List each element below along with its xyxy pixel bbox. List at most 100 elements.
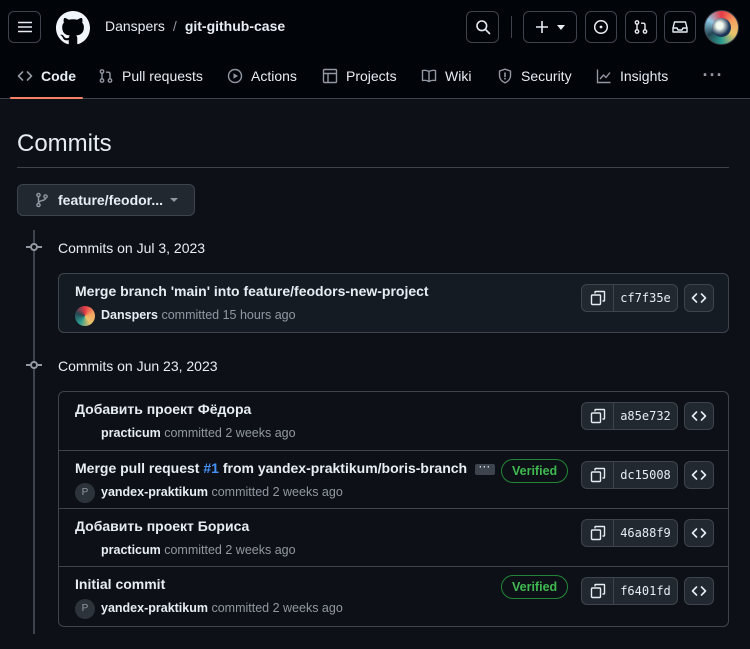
commit-sha-link[interactable]: f6401fd xyxy=(614,577,678,605)
author-link[interactable]: yandex-praktikum xyxy=(101,485,208,499)
repo-navigation: Code Pull requests Actions Projects Wiki… xyxy=(0,55,750,99)
commit-group-title: Commits on Jul 3, 2023 xyxy=(58,240,206,256)
graph-icon xyxy=(596,69,611,84)
author-link[interactable]: practicum xyxy=(101,426,161,440)
expand-message-button[interactable]: ··· xyxy=(475,462,496,475)
verified-badge[interactable]: Verified xyxy=(501,575,569,599)
commit-row: Merge branch 'main' into feature/feodors… xyxy=(59,274,728,332)
commit-message-link[interactable]: Добавить проект Фёдора xyxy=(75,401,251,417)
breadcrumb: Danspers / git-github-case xyxy=(105,18,285,34)
tab-security[interactable]: Security xyxy=(497,55,572,97)
commit-row: Добавить проект Бориса practicum committ… xyxy=(59,508,728,566)
create-new-button[interactable] xyxy=(523,11,577,43)
code-icon xyxy=(691,586,707,596)
tab-pull-requests[interactable]: Pull requests xyxy=(98,55,203,97)
copy-icon xyxy=(590,525,605,541)
commit-time: committed 2 weeks ago xyxy=(211,601,343,615)
issue-opened-icon xyxy=(593,19,609,35)
sha-group: 46a88f9 xyxy=(581,519,678,547)
author-avatar[interactable]: P xyxy=(75,599,95,619)
copy-icon xyxy=(590,467,605,483)
user-avatar[interactable] xyxy=(704,10,739,45)
breadcrumb-separator: / xyxy=(172,18,177,34)
verified-badge[interactable]: Verified xyxy=(501,459,569,483)
browse-repo-button[interactable] xyxy=(684,284,714,312)
browse-repo-button[interactable] xyxy=(684,519,714,547)
branch-name: feature/feodor... xyxy=(58,192,164,208)
tab-label: Actions xyxy=(251,68,297,84)
code-icon xyxy=(17,71,33,81)
sha-group: a85e732 xyxy=(581,402,678,430)
tab-label: Projects xyxy=(346,68,397,84)
repo-name-link[interactable]: git-github-case xyxy=(185,18,285,34)
tab-label: Pull requests xyxy=(122,68,203,84)
author-link[interactable]: yandex-praktikum xyxy=(101,601,208,615)
three-bars-icon xyxy=(17,21,32,33)
plus-icon xyxy=(536,21,548,33)
commit-message-link[interactable]: Добавить проект Бориса xyxy=(75,518,249,534)
commit-message-link[interactable]: Merge pull request xyxy=(75,460,203,476)
search-button[interactable] xyxy=(466,11,499,43)
tab-insights[interactable]: Insights xyxy=(596,55,668,97)
commit-time: committed 2 weeks ago xyxy=(164,426,296,440)
commit-sha-link[interactable]: a85e732 xyxy=(614,402,678,430)
browse-repo-button[interactable] xyxy=(684,577,714,605)
code-icon xyxy=(691,528,707,538)
commit-list: Добавить проект Фёдора practicum committ… xyxy=(58,391,729,627)
inbox-icon xyxy=(672,21,688,33)
issue-link[interactable]: #1 xyxy=(203,460,219,476)
copy-sha-button[interactable] xyxy=(581,402,614,430)
tab-actions[interactable]: Actions xyxy=(227,55,297,97)
browse-repo-button[interactable] xyxy=(684,402,714,430)
more-tabs-button[interactable]: ··· xyxy=(700,65,726,85)
commit-time: committed 2 weeks ago xyxy=(211,485,343,499)
title-divider xyxy=(17,167,729,168)
commit-message-link[interactable]: Merge branch 'main' into feature/feodors… xyxy=(75,283,429,299)
commit-meta: practicum committed 2 weeks ago xyxy=(101,426,296,440)
sha-group: f6401fd xyxy=(581,577,678,605)
browse-repo-button[interactable] xyxy=(684,461,714,489)
git-branch-icon xyxy=(36,192,48,208)
code-icon xyxy=(691,293,707,303)
hamburger-menu-button[interactable] xyxy=(8,11,41,43)
commit-group-title: Commits on Jun 23, 2023 xyxy=(58,358,218,374)
copy-sha-button[interactable] xyxy=(581,284,614,312)
commit-meta: Danspers committed 15 hours ago xyxy=(101,308,296,322)
tab-label: Security xyxy=(521,68,572,84)
timeline-line xyxy=(33,230,35,634)
commit-message-link[interactable]: Initial commit xyxy=(75,576,165,592)
commit-sha-link[interactable]: dc15008 xyxy=(614,461,678,489)
github-logo-icon[interactable] xyxy=(56,11,90,45)
book-icon xyxy=(421,69,437,83)
commit-meta: yandex-praktikum committed 2 weeks ago xyxy=(101,485,343,499)
commit-sha-link[interactable]: 46a88f9 xyxy=(614,519,678,547)
author-avatar[interactable]: P xyxy=(75,483,95,503)
repo-owner-link[interactable]: Danspers xyxy=(105,18,165,34)
header-divider xyxy=(511,16,512,38)
issues-button[interactable] xyxy=(585,11,617,43)
author-avatar[interactable] xyxy=(75,306,95,326)
copy-sha-button[interactable] xyxy=(581,519,614,547)
commit-time: committed 15 hours ago xyxy=(161,308,296,322)
copy-icon xyxy=(590,408,605,424)
copy-icon xyxy=(590,583,605,599)
commit-list: Merge branch 'main' into feature/feodors… xyxy=(58,273,729,333)
tab-code[interactable]: Code xyxy=(10,55,83,99)
inbox-button[interactable] xyxy=(664,11,696,43)
author-link[interactable]: Danspers xyxy=(101,308,158,322)
commit-message-link[interactable]: from yandex-praktikum/boris-branch xyxy=(219,460,467,476)
commit-row: Initial commit P yandex-praktikum commit… xyxy=(59,566,728,624)
commit-sha-link[interactable]: cf7f35e xyxy=(614,284,678,312)
pull-requests-button[interactable] xyxy=(625,11,657,43)
copy-sha-button[interactable] xyxy=(581,461,614,489)
copy-sha-button[interactable] xyxy=(581,577,614,605)
branch-selector-button[interactable]: feature/feodor... xyxy=(17,184,195,216)
tab-projects[interactable]: Projects xyxy=(322,55,397,97)
sha-group: dc15008 xyxy=(581,461,678,489)
commit-row: Добавить проект Фёдора practicum committ… xyxy=(59,392,728,450)
author-link[interactable]: practicum xyxy=(101,543,161,557)
git-pull-request-icon xyxy=(99,69,113,83)
copy-icon xyxy=(590,290,605,306)
tab-wiki[interactable]: Wiki xyxy=(421,55,471,97)
code-icon xyxy=(691,411,707,421)
